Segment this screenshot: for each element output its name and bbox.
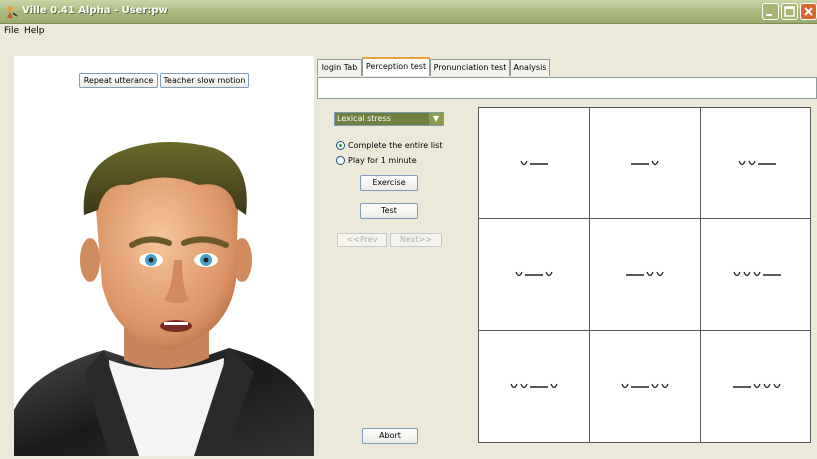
repeat-utterance-button[interactable]: Repeat utterance (79, 73, 158, 88)
stress-pattern-option[interactable] (701, 219, 812, 331)
tab-content-strip (317, 77, 817, 99)
tab-login[interactable]: login Tab (317, 59, 362, 76)
stress-pattern-option[interactable] (701, 331, 812, 442)
menu-bar: File Help (0, 24, 817, 39)
unstressed-mark (747, 160, 756, 166)
close-button[interactable] (800, 3, 817, 20)
stress-pattern-icon (737, 160, 776, 166)
unstressed-mark (651, 383, 659, 389)
maximize-button[interactable] (781, 3, 798, 20)
stress-pattern-icon (631, 160, 659, 166)
exercise-type-select[interactable]: Lexical stress ▼ (334, 112, 444, 126)
test-button[interactable]: Test (360, 203, 418, 219)
stress-pattern-icon (626, 272, 664, 277)
tab-perception-test[interactable]: Perception test (362, 57, 430, 76)
unstressed-mark (752, 383, 761, 389)
radio-complete-list-label: Complete the entire list (348, 141, 443, 150)
stress-pattern-option[interactable] (590, 108, 701, 220)
next-button[interactable]: Next>> (390, 233, 442, 247)
stress-pattern-option[interactable] (479, 330, 590, 442)
abort-button[interactable]: Abort (362, 428, 418, 444)
stress-pattern-option[interactable] (479, 108, 590, 220)
stress-pattern-option[interactable] (590, 330, 701, 442)
stress-pattern-icon (621, 383, 669, 389)
stress-pattern-icon (520, 160, 548, 166)
unstressed-mark (772, 383, 781, 389)
exercise-type-value: Lexical stress (335, 113, 429, 125)
stress-pattern-icon (515, 272, 553, 277)
menu-file[interactable]: File (4, 26, 19, 36)
radio-play-minute-label: Play for 1 minute (348, 156, 417, 165)
unstressed-mark (661, 383, 669, 389)
stress-pattern-option[interactable] (590, 219, 701, 331)
radio-play-minute[interactable]: Play for 1 minute (336, 154, 417, 167)
unstressed-mark (515, 272, 523, 277)
radio-checked-icon[interactable] (336, 141, 345, 150)
minimize-icon (766, 14, 772, 16)
maximize-icon (784, 6, 795, 17)
unstressed-mark (656, 272, 664, 277)
radio-complete-list[interactable]: Complete the entire list (336, 139, 442, 152)
tab-pronunciation-test[interactable]: Pronunciation test (430, 59, 510, 76)
stress-pattern-option[interactable] (701, 108, 812, 220)
chevron-down-icon[interactable]: ▼ (429, 113, 443, 125)
exercise-button[interactable]: Exercise (360, 175, 418, 191)
close-icon (804, 7, 813, 16)
teacher-slow-motion-button[interactable]: Teacher slow motion (160, 73, 249, 88)
unstressed-mark (510, 383, 518, 389)
stress-pattern-icon (732, 383, 781, 389)
radio-unchecked-icon[interactable] (336, 156, 345, 165)
unstressed-mark (646, 272, 654, 277)
window-title: Ville 0.41 Alpha - User:pw (22, 5, 168, 16)
talking-head-avatar (14, 141, 314, 456)
title-bar: Ville 0.41 Alpha - User:pw (0, 0, 817, 24)
unstressed-mark (520, 160, 528, 166)
avatar (14, 110, 314, 456)
unstressed-mark (550, 383, 558, 389)
tab-analysis[interactable]: Analysis (510, 59, 550, 76)
minimize-button[interactable] (762, 3, 779, 20)
stress-pattern-grid (478, 107, 812, 443)
unstressed-mark (621, 383, 629, 389)
left-panel-header (0, 39, 316, 56)
unstressed-mark (752, 272, 761, 277)
right-edge (811, 99, 817, 456)
unstressed-mark (520, 383, 528, 389)
stress-pattern-icon (510, 383, 558, 389)
prev-button[interactable]: <<Prev (337, 233, 387, 247)
unstressed-mark (545, 272, 553, 277)
unstressed-mark (742, 272, 751, 277)
app-icon (7, 6, 18, 18)
unstressed-mark (732, 272, 741, 277)
unstressed-mark (762, 383, 771, 389)
stress-pattern-icon (732, 272, 781, 277)
unstressed-mark (651, 160, 659, 166)
menu-help[interactable]: Help (24, 26, 45, 36)
stress-pattern-option[interactable] (479, 219, 590, 331)
unstressed-mark (737, 160, 746, 166)
